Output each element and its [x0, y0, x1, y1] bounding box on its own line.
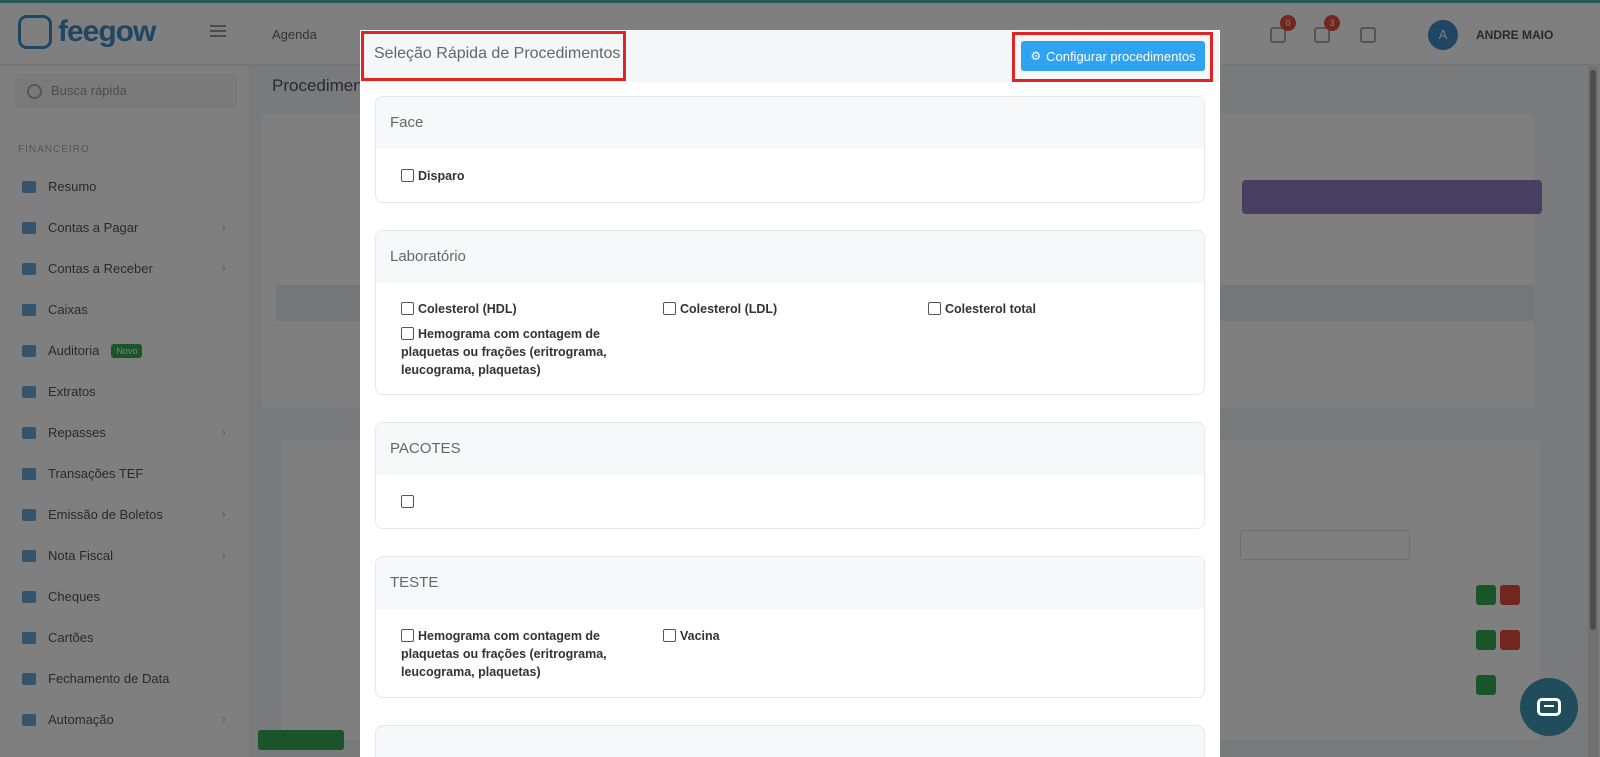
- procedure-label: Colesterol (HDL): [418, 302, 517, 316]
- procedure-checkbox[interactable]: Colesterol (HDL): [401, 300, 616, 318]
- checkbox[interactable]: [401, 327, 414, 340]
- procedure-checkbox[interactable]: Hemograma com contagem de plaquetas ou f…: [401, 325, 616, 379]
- checkbox[interactable]: [401, 302, 414, 315]
- group-panel-face: Face Disparo: [375, 96, 1205, 203]
- chat-icon: [1537, 698, 1561, 716]
- group-title: Laboratório: [376, 231, 1204, 283]
- procedure-checkbox[interactable]: Disparo: [401, 167, 616, 185]
- group-title: TESTE: [376, 557, 1204, 609]
- quick-procedure-modal: Seleção Rápida de Procedimentos ⚙ Config…: [360, 30, 1220, 757]
- checkbox[interactable]: [401, 495, 414, 508]
- group-panel-pacotes: PACOTES: [375, 422, 1205, 529]
- modal-body: Face Disparo Laboratório Colesterol (HDL…: [360, 82, 1220, 757]
- checkbox[interactable]: [401, 169, 414, 182]
- procedure-label: Hemograma com contagem de plaquetas ou f…: [401, 327, 607, 377]
- procedure-checkbox[interactable]: Colesterol (LDL): [663, 300, 878, 318]
- chat-button[interactable]: [1520, 678, 1578, 736]
- procedure-checkbox[interactable]: Vacina: [663, 627, 878, 645]
- modal-header: Seleção Rápida de Procedimentos ⚙ Config…: [360, 30, 1220, 82]
- group-title: Face: [376, 97, 1204, 149]
- checkbox[interactable]: [928, 302, 941, 315]
- procedure-label: Vacina: [680, 629, 720, 643]
- modal-title: Seleção Rápida de Procedimentos: [374, 45, 621, 62]
- procedure-label: Colesterol (LDL): [680, 302, 778, 316]
- group-panel-laboratorio: Laboratório Colesterol (HDL) Colesterol …: [375, 230, 1205, 395]
- checkbox[interactable]: [401, 629, 414, 642]
- procedure-label: Hemograma com contagem de plaquetas ou f…: [401, 629, 607, 679]
- group-panel-next: [375, 725, 1205, 757]
- configure-procedures-label: Configurar procedimentos: [1046, 48, 1196, 64]
- gear-icon: ⚙: [1030, 49, 1042, 63]
- procedure-checkbox[interactable]: [401, 493, 616, 511]
- group-panel-teste: TESTE Hemograma com contagem de plaqueta…: [375, 556, 1205, 698]
- procedure-label: Colesterol total: [945, 302, 1036, 316]
- configure-procedures-button[interactable]: ⚙ Configurar procedimentos: [1021, 41, 1205, 71]
- group-title: PACOTES: [376, 423, 1204, 475]
- procedure-label: Disparo: [418, 169, 465, 183]
- procedure-checkbox[interactable]: Colesterol total: [928, 300, 1143, 318]
- checkbox[interactable]: [663, 302, 676, 315]
- procedure-checkbox[interactable]: Hemograma com contagem de plaquetas ou f…: [401, 627, 616, 681]
- checkbox[interactable]: [663, 629, 676, 642]
